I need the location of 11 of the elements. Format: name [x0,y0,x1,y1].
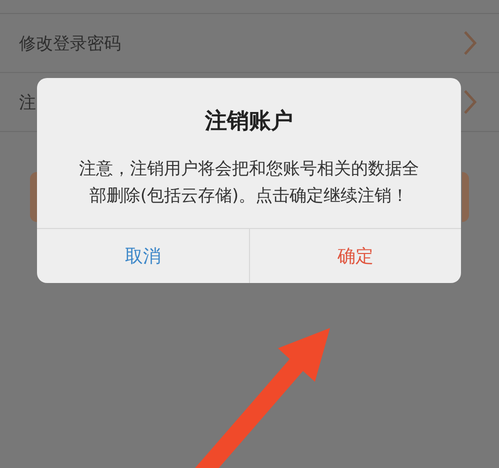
button-edge [462,172,469,222]
dialog-message: 注意，注销用户将会把和您账号相关的数据全部删除(包括云存储)。点击确定继续注销！ [78,158,420,208]
confirm-button[interactable]: 确定 [248,229,461,283]
button-edge [30,172,37,222]
row-label: 修改登录密码 [19,32,121,54]
dialog-title: 注销账户 [205,108,293,136]
chevron-right-icon [463,89,477,115]
row-label: 注 [19,92,36,114]
cancel-button[interactable]: 取消 [37,229,248,283]
settings-row[interactable]: 修改登录密码 [0,14,499,73]
chevron-right-icon [463,30,477,56]
